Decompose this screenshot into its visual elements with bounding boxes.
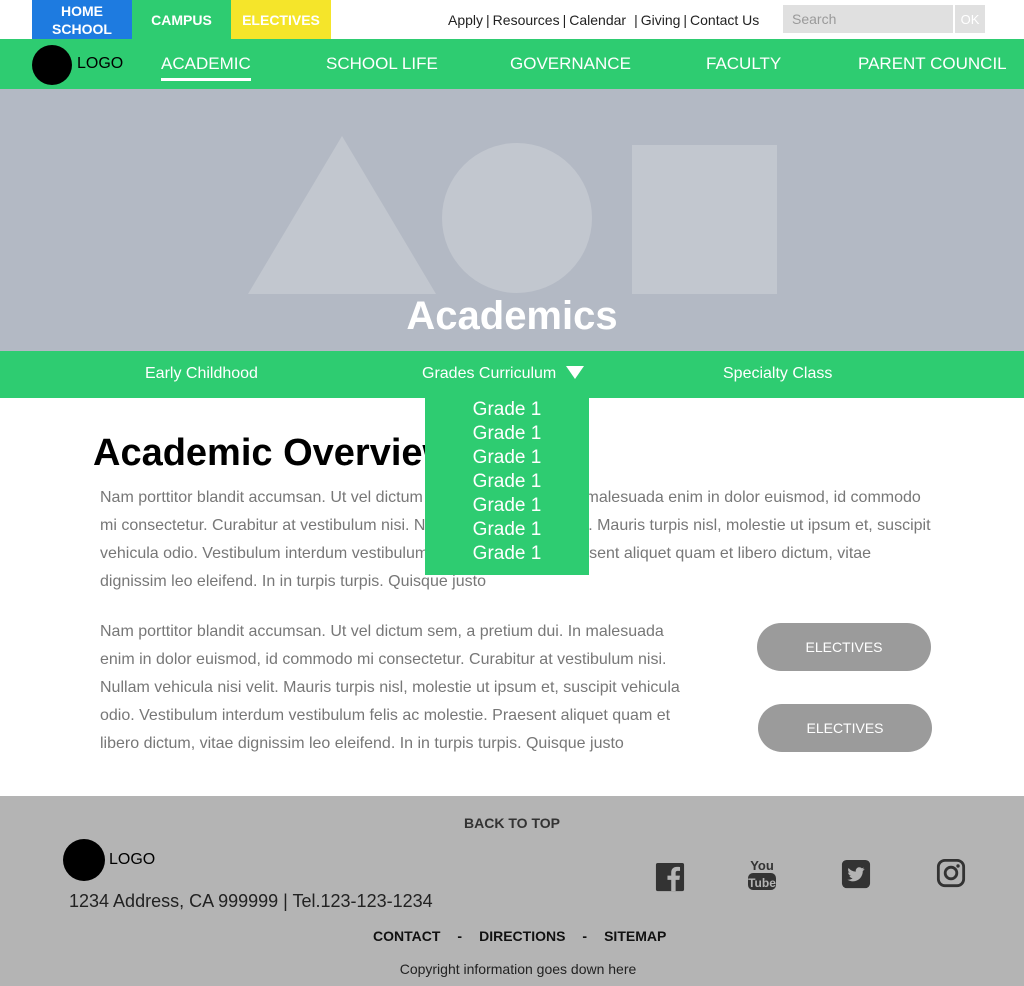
- campus-tab[interactable]: CAMPUS: [132, 0, 231, 39]
- footer-address: 1234 Address, CA 999999 | Tel.123-123-12…: [69, 891, 433, 911]
- logo-text[interactable]: LOGO: [77, 55, 123, 73]
- sub-nav: Early Childhood Grades Curriculum Specia…: [0, 351, 1024, 398]
- nav-faculty[interactable]: FACULTY: [706, 54, 781, 74]
- copyright-text: Copyright information goes down here: [399, 961, 637, 977]
- footer-logo-mark[interactable]: [63, 839, 105, 881]
- footer-directions-link[interactable]: DIRECTIONS: [479, 928, 565, 944]
- dropdown-item[interactable]: Grade 1: [425, 544, 589, 568]
- separator: |: [486, 12, 490, 28]
- nav-parent-council[interactable]: PARENT COUNCIL: [858, 54, 1007, 74]
- footer-sitemap-link[interactable]: SITEMAP: [604, 928, 666, 944]
- calendar-link[interactable]: Calendar: [569, 12, 626, 28]
- separator: |: [562, 12, 567, 28]
- top-bar: HOME SCHOOL CAMPUS ELECTIVES Apply | Resou…: [0, 0, 1024, 39]
- grades-dropdown-menu: Grade 1 Grade 1 Grade 1 Grade 1 Grade 1 …: [425, 398, 589, 575]
- utility-links: Apply | Resources | Calendar | Giving | Contact …: [448, 12, 759, 28]
- twitter-icon[interactable]: [841, 859, 871, 889]
- footer-contact-link[interactable]: CONTACT: [373, 928, 440, 944]
- instagram-icon[interactable]: [936, 858, 966, 888]
- electives-button-1[interactable]: ELECTIVES: [757, 623, 931, 671]
- apply-link[interactable]: Apply: [448, 12, 483, 28]
- resources-link[interactable]: Resources: [493, 12, 560, 28]
- separator: |: [634, 12, 638, 28]
- page-title: Academic Overview: [93, 432, 453, 474]
- subnav-grades-curriculum-label: Grades Curriculum: [422, 365, 557, 382]
- dropdown-item[interactable]: Grade 1: [425, 448, 589, 472]
- subnav-early-childhood[interactable]: Early Childhood: [145, 365, 258, 383]
- search-input[interactable]: [783, 5, 953, 33]
- nav-governance[interactable]: GOVERNANCE: [510, 54, 631, 74]
- hero-title: Academics: [406, 294, 618, 338]
- campus-label: CAMPUS: [151, 11, 212, 28]
- footer-links: CONTACT - DIRECTIONS - SITEMAP: [373, 928, 666, 944]
- square-shape: [632, 145, 777, 294]
- electives-tab[interactable]: ELECTIVES: [231, 0, 331, 39]
- caret-down-icon: [566, 366, 585, 379]
- footer-logo-text[interactable]: LOGO: [109, 851, 155, 869]
- search-ok-button[interactable]: OK: [955, 5, 985, 33]
- separator: |: [683, 12, 688, 28]
- dropdown-item[interactable]: Grade 1: [425, 472, 589, 496]
- circle-shape: [442, 143, 592, 293]
- giving-link[interactable]: Giving: [641, 12, 681, 28]
- hero-banner: Academics: [0, 89, 1024, 351]
- logo-mark[interactable]: [32, 45, 72, 85]
- subnav-specialty-class[interactable]: Specialty Class: [723, 365, 832, 383]
- facebook-icon[interactable]: [655, 862, 685, 892]
- svg-text:Tube: Tube: [748, 876, 776, 890]
- svg-text:You: You: [750, 858, 774, 873]
- footer: BACK TO TOP LOGO 1234 Address, CA 999999…: [0, 796, 1024, 986]
- separator: -: [582, 928, 588, 944]
- main-nav: LOGO ACADEMIC SCHOOL LIFE GOVERNANCE FAC…: [0, 39, 1024, 89]
- contact-us-link[interactable]: Contact Us: [690, 12, 759, 28]
- home-school-label: HOME SCHOOL: [52, 2, 112, 37]
- dropdown-item[interactable]: Grade 1: [425, 400, 589, 424]
- electives-button-2[interactable]: ELECTIVES: [758, 704, 932, 752]
- nav-school-life[interactable]: SCHOOL LIFE: [326, 54, 438, 74]
- nav-academic[interactable]: ACADEMIC: [161, 54, 251, 81]
- triangle-shape: [248, 136, 436, 294]
- dropdown-item[interactable]: Grade 1: [425, 424, 589, 448]
- home-school-tab[interactable]: HOME SCHOOL: [32, 0, 132, 39]
- dropdown-item[interactable]: Grade 1: [425, 496, 589, 520]
- subnav-grades-curriculum[interactable]: Grades Curriculum: [422, 365, 585, 383]
- youtube-icon[interactable]: You Tube: [746, 856, 778, 892]
- electives-label: ELECTIVES: [242, 11, 320, 28]
- dropdown-item[interactable]: Grade 1: [425, 520, 589, 544]
- back-to-top-link[interactable]: BACK TO TOP: [0, 815, 1024, 831]
- separator: -: [457, 928, 463, 944]
- body-paragraph: Nam porttitor blandit accumsan. Ut vel d…: [100, 623, 680, 752]
